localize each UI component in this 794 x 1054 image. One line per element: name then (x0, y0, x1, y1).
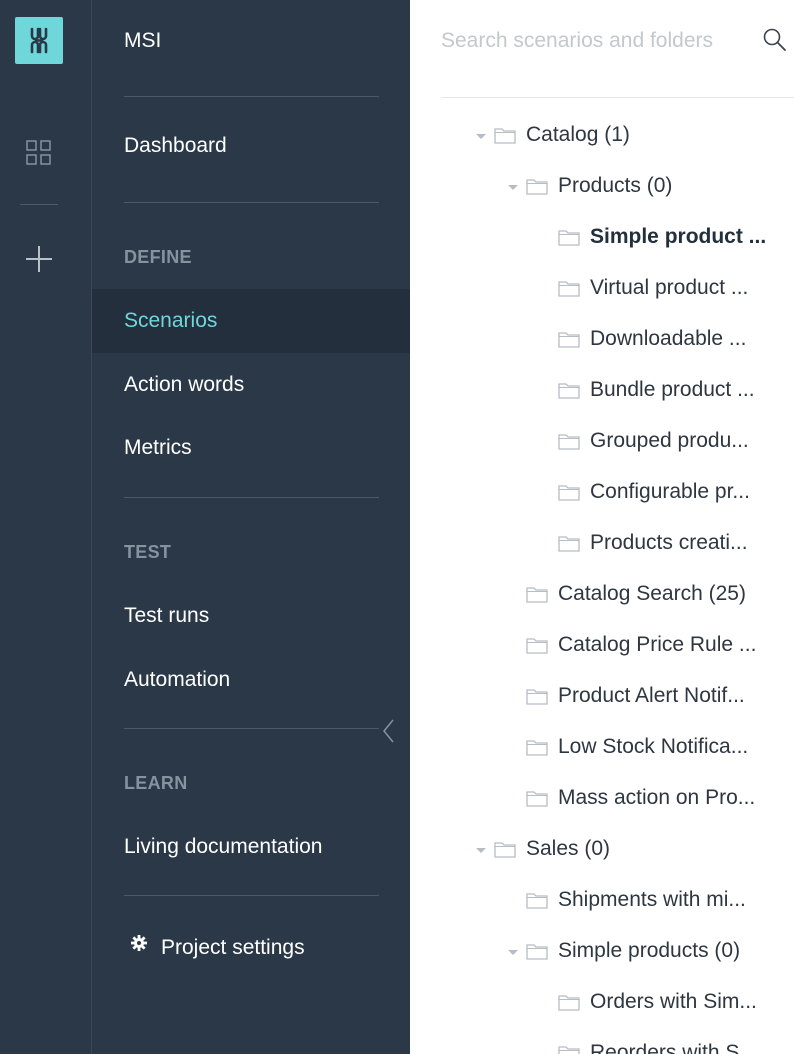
gear-icon[interactable] (130, 934, 148, 952)
tree-row[interactable]: Shipments with mi... (410, 882, 794, 922)
tree-row[interactable]: Low Stock Notifica... (410, 729, 794, 769)
sidebar-item-test-runs[interactable]: Test runs (124, 603, 209, 629)
tree-row-label: Shipments with mi... (558, 888, 746, 911)
project-name[interactable]: MSI (124, 28, 161, 54)
tree-row[interactable]: Catalog Search (25) (410, 576, 794, 616)
folder-icon (526, 789, 548, 807)
folder-icon (494, 126, 516, 144)
folder-icon (558, 279, 580, 297)
folder-icon (558, 534, 580, 552)
tree-row[interactable]: Products creati... (410, 525, 794, 565)
folder-icon (558, 432, 580, 450)
search-bar (441, 20, 794, 62)
tree-row-label: Simple products (0) (558, 939, 741, 962)
sidebar-divider (124, 728, 379, 729)
expand-caret-icon[interactable] (474, 831, 488, 871)
folder-icon (558, 483, 580, 501)
tree-row[interactable]: Catalog (1) (410, 117, 794, 157)
tree-row-label: Low Stock Notifica... (558, 735, 749, 758)
expand-caret-icon[interactable] (474, 117, 488, 157)
folder-icon (558, 228, 580, 246)
folder-icon (526, 738, 548, 756)
search-icon[interactable] (762, 27, 788, 53)
tree-row-label: Products creati... (590, 531, 748, 554)
tree-row[interactable]: Reorders with S... (410, 1035, 794, 1054)
tree-row-label: Mass action on Pro... (558, 786, 756, 809)
collapse-chevron-icon[interactable] (381, 716, 397, 746)
folder-icon (526, 177, 548, 195)
folder-icon (526, 891, 548, 909)
tree-row[interactable]: Virtual product ... (410, 270, 794, 310)
sidebar-item-living-documentation[interactable]: Living documentation (124, 834, 322, 860)
expand-caret-icon[interactable] (506, 168, 520, 208)
tree-row[interactable]: Orders with Sim... (410, 984, 794, 1024)
search-input[interactable] (441, 20, 753, 62)
tree-row-label: Catalog Price Rule ... (558, 633, 757, 656)
tree-row-label: Configurable pr... (590, 480, 750, 503)
tree-row[interactable]: Bundle product ... (410, 372, 794, 412)
sidebar-item-project-settings[interactable]: Project settings (161, 935, 305, 961)
tree-row-label: Products (0) (558, 174, 673, 197)
sidebar-divider (124, 202, 379, 203)
sidebar-item-automation[interactable]: Automation (124, 667, 230, 693)
tree-row-label: Orders with Sim... (590, 990, 757, 1013)
sidebar: MSI Dashboard DEFINE Scenarios Action wo… (92, 0, 410, 1054)
tree-row[interactable]: Catalog Price Rule ... (410, 627, 794, 667)
folder-icon (526, 636, 548, 654)
expand-caret-icon[interactable] (506, 933, 520, 973)
folder-icon (526, 942, 548, 960)
folder-icon (558, 330, 580, 348)
tree-row[interactable]: Products (0) (410, 168, 794, 208)
tree-row[interactable]: Downloadable ... (410, 321, 794, 361)
logo-icon[interactable] (15, 17, 63, 64)
sidebar-item-action-words[interactable]: Action words (124, 372, 244, 398)
section-test: TEST (124, 542, 172, 562)
tree-row[interactable]: Simple products (0) (410, 933, 794, 973)
folder-icon (526, 687, 548, 705)
tree-row-label: Reorders with S... (590, 1041, 757, 1054)
tree-row[interactable]: Mass action on Pro... (410, 780, 794, 820)
folder-icon (494, 840, 516, 858)
scenario-tree-panel: Catalog (1) Products (0) Simple product ..… (410, 0, 794, 1054)
grid-icon[interactable] (24, 138, 54, 168)
tree-row-label: Catalog (1) (526, 123, 630, 146)
sidebar-divider (124, 497, 379, 498)
tree-row-label: Simple product ... (590, 225, 767, 248)
plus-icon[interactable] (24, 244, 54, 274)
tree-row[interactable]: Sales (0) (410, 831, 794, 871)
tree-row-label: Sales (0) (526, 837, 611, 860)
tree-row-label: Catalog Search (25) (558, 582, 746, 605)
folder-icon (558, 1044, 580, 1054)
section-learn: LEARN (124, 773, 188, 793)
tree-row-label: Bundle product ... (590, 378, 755, 401)
sidebar-divider (124, 96, 379, 97)
search-divider (441, 97, 794, 98)
tree-row[interactable]: Configurable pr... (410, 474, 794, 514)
section-define: DEFINE (124, 247, 192, 267)
tree-row-label: Grouped produ... (590, 429, 749, 452)
sidebar-item-scenarios[interactable]: Scenarios (124, 308, 217, 334)
icon-rail (0, 0, 92, 1054)
folder-icon (558, 381, 580, 399)
sidebar-item-dashboard[interactable]: Dashboard (124, 133, 227, 159)
tree-row[interactable]: Grouped produ... (410, 423, 794, 463)
folder-icon (558, 993, 580, 1011)
tree-row[interactable]: Product Alert Notif... (410, 678, 794, 718)
tree-row-label: Virtual product ... (590, 276, 749, 299)
sidebar-item-metrics[interactable]: Metrics (124, 435, 192, 461)
folder-icon (526, 585, 548, 603)
sidebar-divider (124, 895, 379, 896)
tree-row-label: Product Alert Notif... (558, 684, 745, 707)
rail-divider (20, 204, 58, 205)
tree-row[interactable]: Simple product ... (410, 219, 794, 259)
tree-row-label: Downloadable ... (590, 327, 747, 350)
